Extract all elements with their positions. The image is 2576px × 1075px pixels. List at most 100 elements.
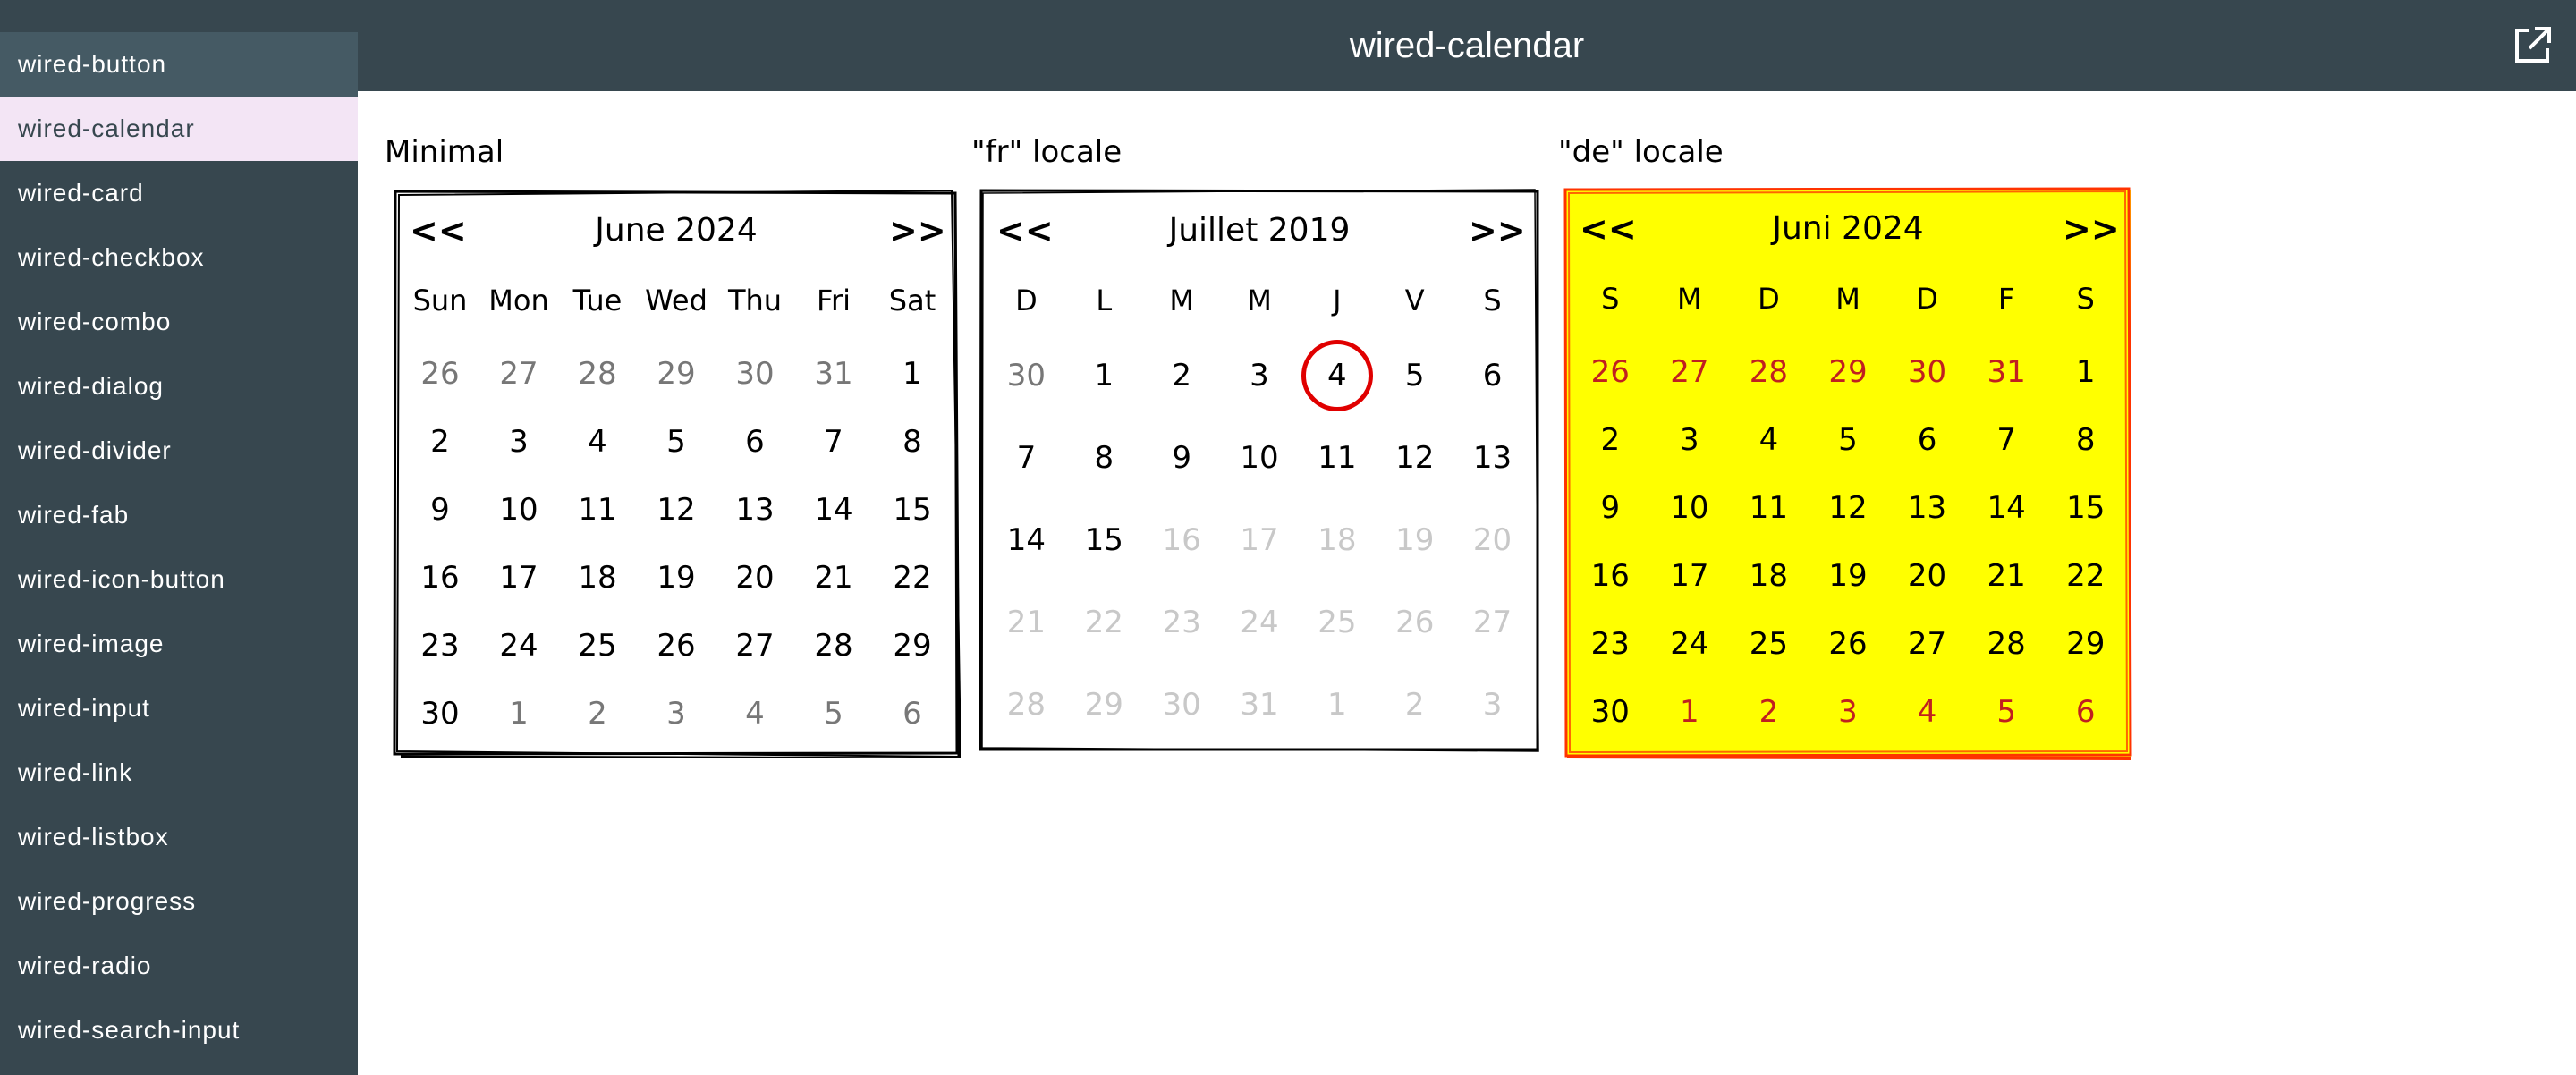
day-cell[interactable]: 17 (1221, 499, 1299, 581)
day-cell[interactable]: 30 (401, 680, 479, 748)
day-cell[interactable]: 23 (1143, 581, 1221, 664)
day-cell[interactable]: 20 (1887, 542, 1967, 610)
day-cell[interactable]: 2 (1729, 678, 1809, 746)
day-cell[interactable]: 19 (1809, 542, 1888, 610)
sidebar-item-wired-image[interactable]: wired-image (0, 612, 358, 676)
day-cell[interactable]: 7 (1967, 406, 2046, 474)
day-cell[interactable]: 27 (716, 612, 794, 680)
day-cell[interactable]: 5 (1967, 678, 2046, 746)
day-cell[interactable]: 4 (1298, 334, 1376, 417)
day-cell[interactable]: 2 (1571, 406, 1650, 474)
day-cell[interactable]: 2 (401, 408, 479, 476)
day-cell[interactable]: 16 (1143, 499, 1221, 581)
sidebar-item-wired-combo[interactable]: wired-combo (0, 290, 358, 354)
sidebar-item-wired-link[interactable]: wired-link (0, 741, 358, 805)
day-cell[interactable]: 30 (1887, 338, 1967, 406)
day-cell[interactable]: 25 (1298, 581, 1376, 664)
day-cell[interactable]: 18 (558, 544, 637, 612)
day-cell[interactable]: 4 (558, 408, 637, 476)
sidebar-item-wired-listbox[interactable]: wired-listbox (0, 805, 358, 869)
day-cell[interactable]: 22 (1065, 581, 1143, 664)
day-cell[interactable]: 27 (1650, 338, 1730, 406)
day-cell[interactable]: 6 (1453, 334, 1531, 417)
day-cell[interactable]: 22 (2046, 542, 2125, 610)
day-cell[interactable]: 28 (558, 340, 637, 408)
day-cell[interactable]: 15 (2046, 474, 2125, 542)
day-cell[interactable]: 18 (1298, 499, 1376, 581)
day-cell[interactable]: 13 (1887, 474, 1967, 542)
day-cell[interactable]: 23 (401, 612, 479, 680)
sidebar-item-wired-search-input[interactable]: wired-search-input (0, 998, 358, 1062)
day-cell[interactable]: 9 (1143, 417, 1221, 499)
day-cell[interactable]: 4 (1729, 406, 1809, 474)
day-cell[interactable]: 14 (1967, 474, 2046, 542)
day-cell[interactable]: 29 (1065, 664, 1143, 746)
day-cell[interactable]: 24 (479, 612, 558, 680)
day-cell[interactable]: 27 (1453, 581, 1531, 664)
day-cell[interactable]: 23 (1571, 610, 1650, 678)
sidebar-item-wired-calendar[interactable]: wired-calendar (0, 97, 358, 161)
day-cell[interactable]: 18 (1729, 542, 1809, 610)
day-cell[interactable]: 11 (1298, 417, 1376, 499)
day-cell[interactable]: 26 (1809, 610, 1888, 678)
day-cell[interactable]: 3 (637, 680, 716, 748)
day-cell[interactable]: 12 (1376, 417, 1453, 499)
next-month-button[interactable]: >> (2063, 202, 2120, 256)
day-cell[interactable]: 2 (558, 680, 637, 748)
day-cell[interactable]: 28 (794, 612, 873, 680)
day-cell[interactable]: 4 (1887, 678, 1967, 746)
day-cell[interactable]: 7 (987, 417, 1065, 499)
day-cell[interactable]: 29 (873, 612, 952, 680)
day-cell[interactable]: 14 (987, 499, 1065, 581)
day-cell[interactable]: 20 (716, 544, 794, 612)
day-cell[interactable]: 30 (716, 340, 794, 408)
day-cell[interactable]: 28 (987, 664, 1065, 746)
day-cell[interactable]: 7 (794, 408, 873, 476)
sidebar-item-wired-card[interactable]: wired-card (0, 161, 358, 225)
day-cell[interactable]: 26 (401, 340, 479, 408)
day-cell[interactable]: 16 (1571, 542, 1650, 610)
next-month-button[interactable]: >> (889, 204, 946, 258)
day-cell[interactable]: 6 (2046, 678, 2125, 746)
day-cell[interactable]: 31 (1967, 338, 2046, 406)
day-cell[interactable]: 17 (479, 544, 558, 612)
day-cell[interactable]: 3 (1221, 334, 1299, 417)
day-cell[interactable]: 1 (1650, 678, 1730, 746)
day-cell[interactable]: 26 (637, 612, 716, 680)
day-cell[interactable]: 6 (716, 408, 794, 476)
day-cell[interactable]: 27 (479, 340, 558, 408)
day-cell[interactable]: 4 (716, 680, 794, 748)
day-cell[interactable]: 12 (637, 476, 716, 544)
day-cell[interactable]: 30 (1143, 664, 1221, 746)
sidebar-item-wired-divider[interactable]: wired-divider (0, 419, 358, 483)
day-cell[interactable]: 12 (1809, 474, 1888, 542)
day-cell[interactable]: 10 (479, 476, 558, 544)
day-cell[interactable]: 1 (479, 680, 558, 748)
external-link-icon[interactable] (2512, 25, 2553, 66)
day-cell[interactable]: 1 (873, 340, 952, 408)
day-cell[interactable]: 2 (1376, 664, 1453, 746)
day-cell[interactable]: 30 (987, 334, 1065, 417)
day-cell[interactable]: 29 (637, 340, 716, 408)
day-cell[interactable]: 6 (873, 680, 952, 748)
day-cell[interactable]: 25 (1729, 610, 1809, 678)
day-cell[interactable]: 10 (1221, 417, 1299, 499)
day-cell[interactable]: 13 (1453, 417, 1531, 499)
day-cell[interactable]: 20 (1453, 499, 1531, 581)
sidebar-item-wired-checkbox[interactable]: wired-checkbox (0, 225, 358, 290)
day-cell[interactable]: 8 (2046, 406, 2125, 474)
day-cell[interactable]: 29 (2046, 610, 2125, 678)
day-cell[interactable]: 3 (479, 408, 558, 476)
sidebar-item-wired-radio[interactable]: wired-radio (0, 934, 358, 998)
day-cell[interactable]: 16 (401, 544, 479, 612)
day-cell[interactable]: 24 (1221, 581, 1299, 664)
day-cell[interactable]: 22 (873, 544, 952, 612)
day-cell[interactable]: 3 (1650, 406, 1730, 474)
day-cell[interactable]: 8 (1065, 417, 1143, 499)
day-cell[interactable]: 1 (2046, 338, 2125, 406)
day-cell[interactable]: 28 (1729, 338, 1809, 406)
day-cell[interactable]: 15 (1065, 499, 1143, 581)
sidebar-item-wired-button[interactable]: wired-button (0, 32, 358, 97)
day-cell[interactable]: 19 (1376, 499, 1453, 581)
day-cell[interactable]: 17 (1650, 542, 1730, 610)
